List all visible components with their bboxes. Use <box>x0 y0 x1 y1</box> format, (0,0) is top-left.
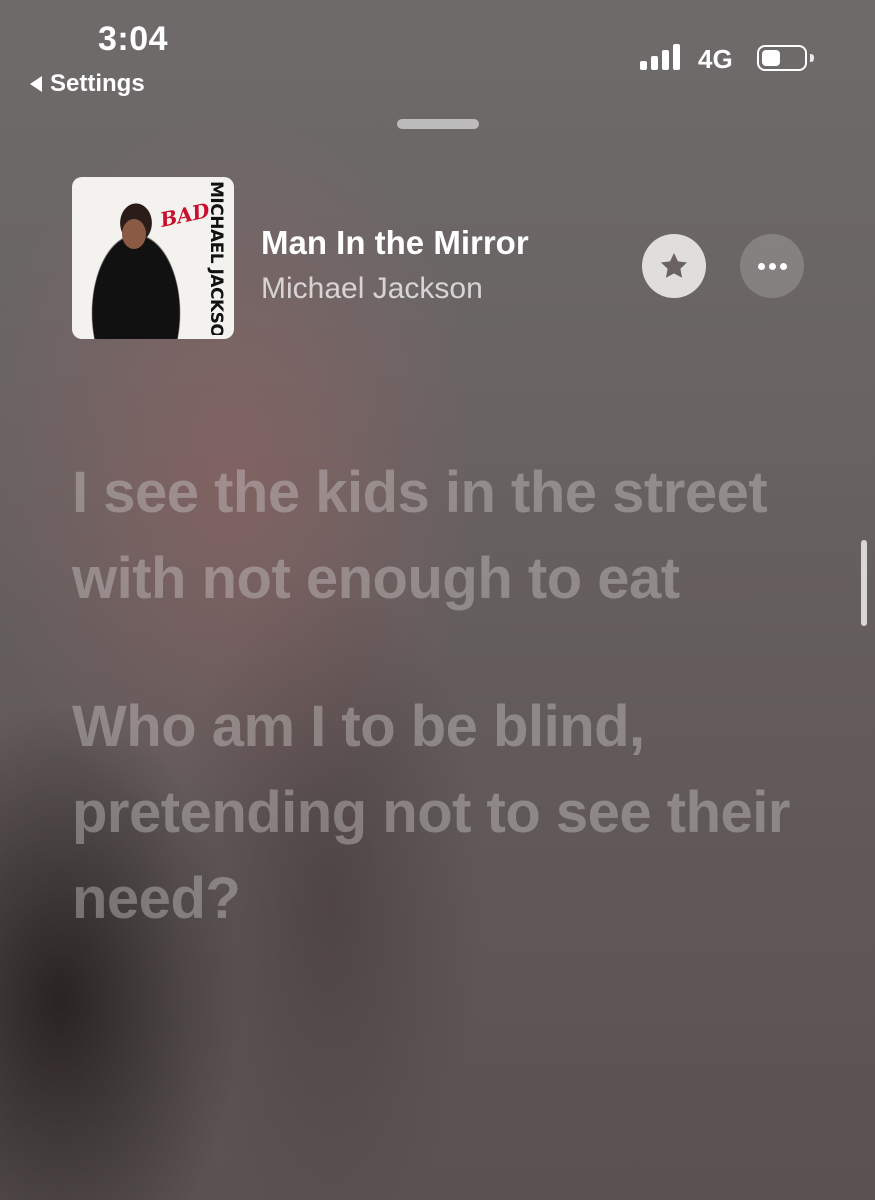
back-label: Settings <box>50 70 145 97</box>
star-icon <box>660 252 688 278</box>
back-arrow-icon <box>30 76 42 92</box>
ellipsis-icon <box>757 262 765 270</box>
lyric-line[interactable]: Who am I to be blind, pretending not to … <box>72 684 832 942</box>
artwork-side-text: MICHAEL JACKSON <box>206 181 226 335</box>
album-artwork[interactable]: BAD MICHAEL JACKSON <box>72 177 234 339</box>
scroll-indicator[interactable] <box>861 540 867 626</box>
more-options-button[interactable] <box>740 234 804 298</box>
back-to-settings-link[interactable]: Settings <box>30 70 145 98</box>
sheet-grabber[interactable] <box>397 119 479 129</box>
battery-icon <box>757 45 814 71</box>
cellular-signal-icon <box>640 44 680 70</box>
network-type: 4G <box>698 44 733 74</box>
song-title: Man In the Mirror <box>261 224 529 261</box>
artwork-face <box>122 219 146 249</box>
status-time: 3:04 <box>98 20 169 58</box>
favorite-button[interactable] <box>642 234 706 298</box>
song-artist[interactable]: Michael Jackson <box>261 272 483 306</box>
lyrics-view[interactable]: I see the kids in the street with not en… <box>72 450 832 1004</box>
lyric-line[interactable]: I see the kids in the street with not en… <box>72 450 832 622</box>
